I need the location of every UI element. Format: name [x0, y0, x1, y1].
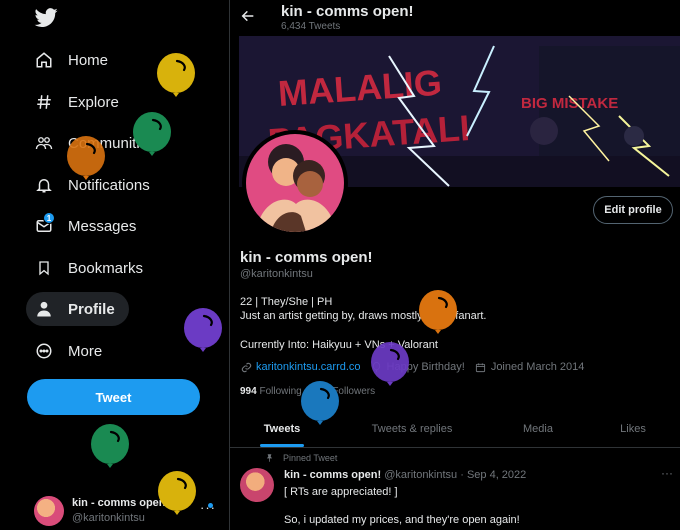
- profile-meta: karitonkintsu.carrd.co Happy Birthday! J…: [240, 361, 584, 373]
- profile-joined: Joined March 2014: [490, 361, 585, 373]
- edit-profile-button[interactable]: Edit profile: [593, 196, 673, 224]
- nav-more-label: More: [68, 342, 103, 360]
- following-link[interactable]: 994 Following: [240, 386, 302, 397]
- back-arrow-icon[interactable]: [240, 8, 256, 24]
- profile-avatar[interactable]: [242, 130, 348, 236]
- following-label: Following: [259, 386, 302, 397]
- tab-likes[interactable]: Likes: [586, 410, 680, 448]
- tweet-author-name[interactable]: kin - comms open!: [284, 469, 381, 481]
- avatar: [34, 496, 64, 526]
- tab-media[interactable]: Media: [490, 410, 586, 448]
- nav-more[interactable]: More: [26, 334, 116, 368]
- balloon-yellow: [157, 53, 195, 97]
- communities-icon: [34, 133, 54, 153]
- profile-tabs: Tweets Tweets & replies Media Likes: [230, 410, 680, 448]
- balloon-orange: [67, 136, 105, 180]
- pinned-tweet-label: Pinned Tweet: [265, 453, 337, 463]
- twitter-logo-icon[interactable]: [34, 6, 58, 30]
- tweet-count: 6,434 Tweets: [281, 21, 341, 32]
- calendar-icon: [475, 361, 487, 373]
- balloon-blue: [301, 381, 339, 425]
- nav-home[interactable]: Home: [26, 43, 122, 77]
- link-icon: [240, 361, 252, 373]
- nav-profile[interactable]: Profile: [26, 292, 129, 326]
- nav-bookmarks-label: Bookmarks: [68, 259, 144, 277]
- tweet-text-line-2: So, i updated my prices, and they're ope…: [284, 514, 520, 526]
- account-name: kin - comms open!: [72, 497, 170, 509]
- tweet-text-line-1: [ RTs are appreciated! ]: [284, 486, 398, 498]
- home-icon: [34, 50, 54, 70]
- more-circle-icon: [34, 341, 54, 361]
- nav-explore[interactable]: Explore: [26, 85, 133, 119]
- tweet-header: kin - comms open! @karitonkintsu · Sep 4…: [284, 469, 526, 481]
- pinned-tweet-text: Pinned Tweet: [283, 453, 338, 463]
- nav-home-label: Home: [68, 51, 109, 69]
- tweet-more-icon[interactable]: ···: [661, 466, 673, 480]
- profile-name: kin - comms open!: [240, 249, 373, 266]
- tab-active-indicator: [260, 444, 304, 447]
- nav-bookmarks[interactable]: Bookmarks: [26, 251, 157, 285]
- avatar[interactable]: [240, 468, 274, 502]
- profile-handle: @karitonkintsu: [240, 268, 313, 280]
- balloon-purple: [184, 308, 222, 352]
- hashtag-icon: [34, 92, 54, 112]
- tweet-button[interactable]: Tweet: [27, 379, 200, 415]
- tweet-handle-date: @karitonkintsu · Sep 4, 2022: [384, 469, 527, 481]
- balloon-purple: [371, 342, 409, 386]
- bell-icon: [34, 175, 54, 195]
- person-icon: [34, 299, 54, 319]
- following-count: 994: [240, 386, 257, 397]
- tab-tweets-replies[interactable]: Tweets & replies: [334, 410, 490, 448]
- nav-explore-label: Explore: [68, 93, 119, 111]
- header-title: kin - comms open!: [281, 3, 414, 20]
- balloon-green: [133, 112, 171, 156]
- bookmark-icon: [34, 258, 54, 278]
- profile-main: kin - comms open! 6,434 Tweets MALALIG P…: [230, 0, 680, 530]
- balloon-orange: [419, 290, 457, 334]
- balloon-green: [91, 424, 129, 468]
- nav-profile-label: Profile: [68, 300, 115, 318]
- nav-messages-label: Messages: [68, 217, 137, 235]
- profile-bio-line-1: 22 | They/She | PH: [240, 296, 333, 308]
- nav-messages[interactable]: 1 Messages: [26, 209, 150, 243]
- profile-link[interactable]: karitonkintsu.carrd.co: [256, 361, 361, 373]
- account-handle: @karitonkintsu: [72, 512, 145, 524]
- pin-icon: [265, 453, 274, 463]
- messages-badge: 1: [43, 212, 55, 224]
- more-dots-icon[interactable]: ···: [200, 500, 216, 515]
- balloon-yellow: [158, 471, 196, 515]
